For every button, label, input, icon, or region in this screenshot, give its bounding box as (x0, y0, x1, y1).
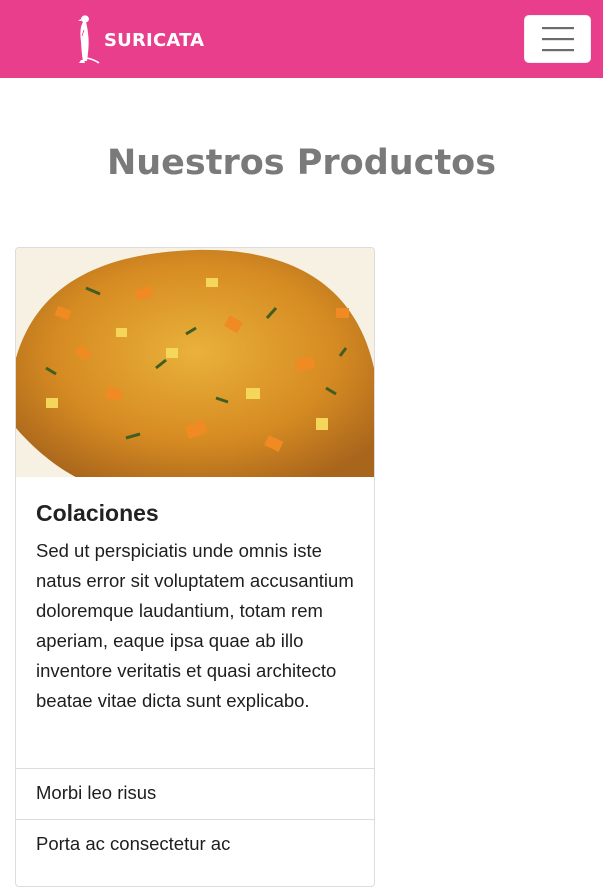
hamburger-menu-icon (541, 26, 574, 52)
brand-name: SURICATA (104, 29, 205, 51)
section-title: Nuestros Productos (106, 143, 497, 183)
list-item: Porta ac consectetur ac (16, 819, 374, 870)
brand-logo-link[interactable]: SURICATA (76, 14, 204, 64)
card-body: Colaciones Sed ut perspiciatis unde omni… (16, 477, 374, 768)
navbar-toggler-button[interactable] (524, 15, 591, 63)
card-text: Sed ut perspiciatis unde omnis iste natu… (36, 540, 354, 711)
product-image (16, 248, 374, 477)
meerkat-logo-icon (76, 14, 100, 64)
list-item: Morbi leo risus (16, 768, 374, 819)
navbar: SURICATA (0, 0, 603, 78)
product-card: Colaciones Sed ut perspiciatis unde omni… (15, 247, 375, 887)
card-title: Colaciones (36, 500, 159, 526)
